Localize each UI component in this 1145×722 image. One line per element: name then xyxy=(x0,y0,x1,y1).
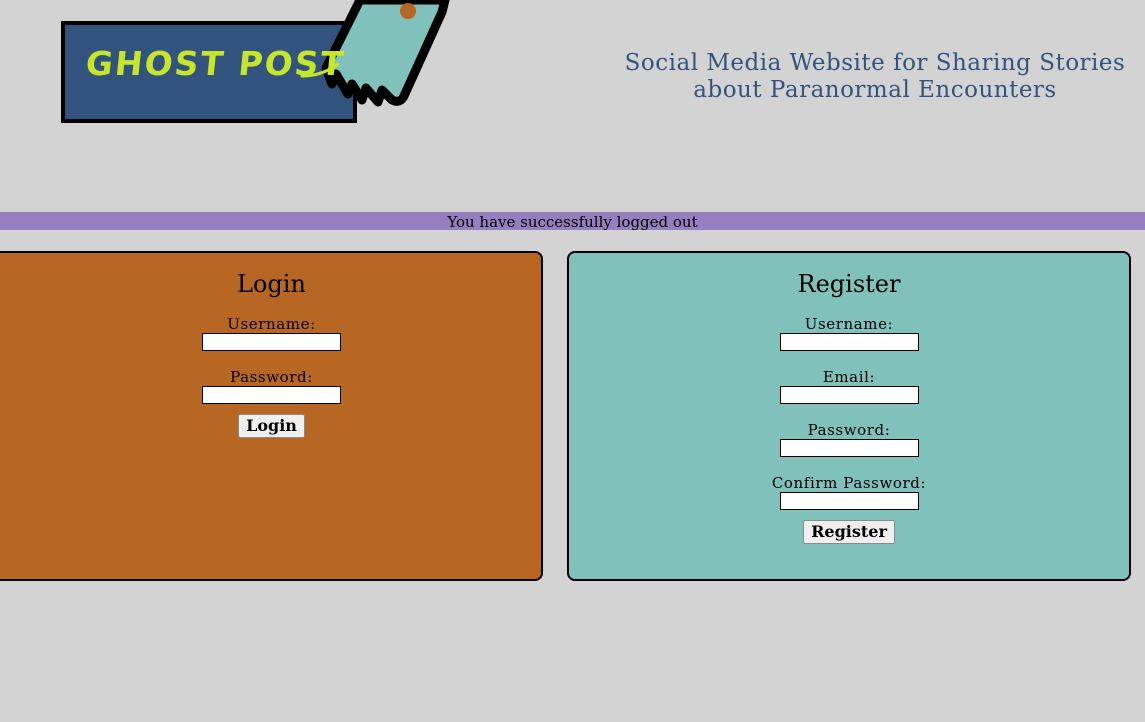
register-actions: Register xyxy=(569,520,1129,544)
register-confirm-group: Confirm Password: xyxy=(569,474,1129,510)
register-form: Register Username: Email: Password: Conf… xyxy=(567,251,1131,581)
register-email-input[interactable] xyxy=(779,386,919,404)
register-confirm-label: Confirm Password: xyxy=(771,474,927,492)
register-email-group: Email: xyxy=(569,368,1129,404)
tagline-line-2: about Paranormal Encounters xyxy=(693,77,1057,103)
register-username-group: Username: xyxy=(569,315,1129,351)
login-password-input[interactable] xyxy=(202,386,341,404)
login-button[interactable]: Login xyxy=(238,414,305,438)
register-username-input[interactable] xyxy=(779,333,919,351)
status-message: You have successfully logged out xyxy=(447,213,698,231)
register-title: Register xyxy=(797,270,901,298)
login-username-group: Username: xyxy=(0,315,541,351)
login-password-label: Password: xyxy=(230,368,313,386)
register-password-group: Password: xyxy=(569,421,1129,457)
register-password-input[interactable] xyxy=(779,439,919,457)
register-button[interactable]: Register xyxy=(803,520,895,544)
tagline-line-1: Social Media Website for Sharing Stories xyxy=(624,50,1126,76)
login-form: Login Username: Password: Login xyxy=(0,251,543,581)
login-username-input[interactable] xyxy=(202,333,341,351)
status-message-bar: You have successfully logged out xyxy=(0,212,1145,231)
site-logo[interactable]: GHOST POST xyxy=(60,0,460,125)
register-confirm-input[interactable] xyxy=(779,492,919,510)
login-username-label: Username: xyxy=(227,315,316,333)
login-title: Login xyxy=(237,270,306,298)
login-actions: Login xyxy=(0,414,541,438)
register-password-label: Password: xyxy=(807,421,891,439)
register-username-label: Username: xyxy=(804,315,894,333)
register-email-label: Email: xyxy=(822,368,876,386)
page: GHOST POST Social Media Website for Shar… xyxy=(0,0,1145,722)
site-tagline: Social Media Website for Sharing Stories… xyxy=(605,50,1145,104)
login-password-group: Password: xyxy=(0,368,541,404)
logo-text: GHOST POST xyxy=(83,44,348,83)
